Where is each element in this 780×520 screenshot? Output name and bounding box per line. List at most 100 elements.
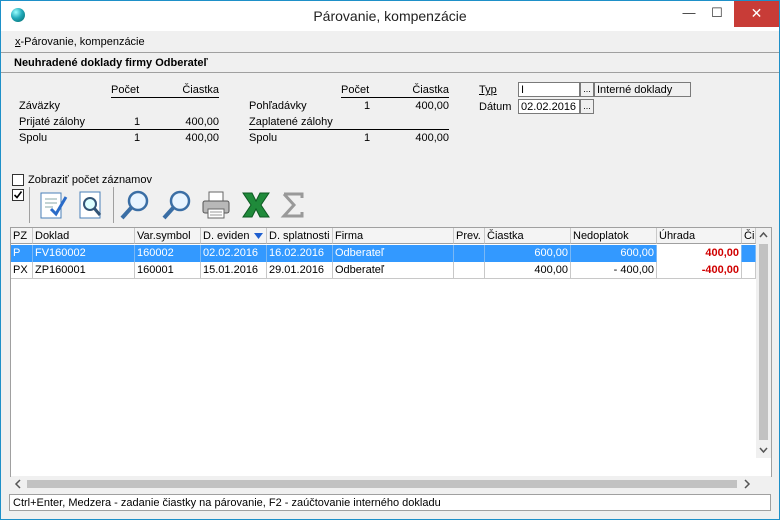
select-toggle-checkbox[interactable]: [12, 189, 24, 201]
search-icon[interactable]: [161, 189, 193, 221]
datum-input[interactable]: 02.02.2016: [518, 99, 580, 114]
summary-left-ciastka: 400,00: [185, 132, 219, 144]
menu-bar: x-Párovanie, kompenzácie: [1, 33, 779, 51]
summary-right-pocet: 1: [364, 100, 371, 112]
vertical-scroll-thumb[interactable]: [759, 244, 768, 440]
cell-ciastka: 400,00: [485, 262, 571, 279]
typ-lookup-button[interactable]: ...: [580, 82, 594, 97]
show-count-checkbox[interactable]: [12, 174, 24, 186]
section-separator: [1, 72, 779, 73]
scroll-down-icon[interactable]: [756, 442, 771, 457]
sum-icon[interactable]: [277, 189, 309, 221]
zoom-in-icon[interactable]: [119, 189, 151, 221]
summary-left-total-line: [19, 129, 219, 130]
summary-left-header-line: [111, 97, 219, 98]
typ-label: Typ: [479, 84, 497, 96]
close-button[interactable]: ✕: [734, 1, 779, 27]
main-window: Párovanie, kompenzácie — ☐ ✕ x-Párovanie…: [0, 0, 780, 520]
column-header-doklad[interactable]: Doklad: [33, 228, 135, 244]
cell-firma: Odberateľ: [333, 245, 454, 262]
table-row[interactable]: PX ZP160001 160001 15.01.2016 29.01.2016…: [11, 262, 756, 279]
summary-right-pocet: 1: [364, 132, 371, 144]
typ-description: Interné doklady: [594, 82, 691, 97]
menu-separator: [1, 52, 779, 53]
toolbar-separator: [113, 187, 114, 223]
horizontal-scrollbar[interactable]: [11, 476, 771, 492]
section-title: Neuhradené doklady firmy Odberateľ: [14, 57, 208, 69]
window-title: Párovanie, kompenzácie: [313, 8, 467, 24]
summary-left-header-ciastka: Čiastka: [182, 84, 219, 96]
column-header-nedoplatok[interactable]: Nedoplatok: [571, 228, 657, 244]
menu-label: -Párovanie, kompenzácie: [20, 36, 145, 48]
summary-right-header-line: [341, 97, 449, 98]
cell-d-splatnosti: 29.01.2016: [267, 262, 333, 279]
vertical-scrollbar[interactable]: [756, 228, 771, 458]
status-bar: Ctrl+Enter, Medzera - zadanie čiastky na…: [9, 494, 771, 511]
column-header-prev[interactable]: Prev.: [454, 228, 485, 244]
checkmark-icon: [13, 191, 23, 199]
column-header-pz[interactable]: PZ: [11, 228, 33, 244]
documents-grid: PZ Doklad Var.symbol D. eviden D. splatn…: [10, 227, 772, 492]
cell-uhrada[interactable]: -400,00: [657, 262, 742, 279]
column-header-firma[interactable]: Firma: [333, 228, 454, 244]
summary-left-ciastka: 400,00: [185, 116, 219, 128]
cell-d-splatnosti: 16.02.2016: [267, 245, 333, 262]
sort-desc-icon: [254, 233, 263, 239]
cell-doklad: FV160002: [33, 245, 135, 262]
typ-input[interactable]: I: [518, 82, 580, 97]
cell-ci: [742, 262, 756, 279]
scroll-left-icon[interactable]: [11, 476, 26, 492]
column-header-ciastka[interactable]: Čiastka: [485, 228, 571, 244]
column-header-ci[interactable]: Či: [742, 228, 756, 244]
scroll-up-icon[interactable]: [756, 228, 771, 243]
datum-label: Dátum: [479, 101, 512, 113]
maximize-button[interactable]: ☐: [700, 1, 734, 27]
cell-nedoplatok: 600,00: [571, 245, 657, 262]
column-header-var-symbol[interactable]: Var.symbol: [135, 228, 201, 244]
summary-left-pocet: 1: [134, 116, 141, 128]
summary-right-label: Spolu: [249, 132, 278, 144]
cell-prev: [454, 262, 485, 279]
summary-right-ciastka: 400,00: [415, 132, 449, 144]
scroll-right-icon[interactable]: [739, 476, 754, 492]
summary-right-header-ciastka: Čiastka: [412, 84, 449, 96]
cell-uhrada[interactable]: 400,00: [657, 245, 742, 262]
show-count-label: Zobraziť počet záznamov: [28, 174, 152, 186]
summary-right-label: Zaplatené zálohy: [249, 116, 333, 128]
document-search-icon[interactable]: [75, 189, 107, 221]
excel-icon[interactable]: [240, 189, 272, 221]
summary-left-label: Prijaté zálohy: [19, 116, 86, 128]
cell-ciastka: 600,00: [485, 245, 571, 262]
cell-firma: Odberateľ: [333, 262, 454, 279]
column-header-uhrada[interactable]: Úhrada: [657, 228, 742, 244]
cell-ci: [742, 245, 756, 262]
cell-d-eviden: 02.02.2016: [201, 245, 267, 262]
check-document-icon[interactable]: [37, 189, 69, 221]
title-bar[interactable]: Párovanie, kompenzácie — ☐ ✕: [1, 1, 779, 31]
printer-icon[interactable]: [200, 189, 232, 221]
summary-right-header-pocet: Počet: [341, 84, 370, 96]
table-row[interactable]: P FV160002 160002 02.02.2016 16.02.2016 …: [11, 245, 756, 262]
summary-right-total-line: [249, 129, 449, 130]
cell-nedoplatok: - 400,00: [571, 262, 657, 279]
summary-left-header-pocet: Počet: [111, 84, 140, 96]
cell-d-eviden: 15.01.2016: [201, 262, 267, 279]
cell-prev: [454, 245, 485, 262]
datum-picker-button[interactable]: ...: [580, 99, 594, 114]
menu-parovanie[interactable]: x-Párovanie, kompenzácie: [15, 36, 145, 48]
cell-pz: P: [11, 245, 33, 262]
summary-right-ciastka: 400,00: [415, 100, 449, 112]
cell-doklad: ZP160001: [33, 262, 135, 279]
summary-left-pocet: 1: [134, 132, 141, 144]
horizontal-scroll-thumb[interactable]: [27, 480, 737, 488]
cell-var-symbol: 160002: [135, 245, 201, 262]
column-header-d-eviden-label: D. eviden: [203, 230, 250, 242]
cell-var-symbol: 160001: [135, 262, 201, 279]
column-header-d-splatnosti[interactable]: D. splatnosti: [267, 228, 333, 244]
summary-left-label: Spolu: [19, 132, 48, 144]
column-header-d-eviden[interactable]: D. eviden: [201, 228, 267, 244]
cell-pz: PX: [11, 262, 33, 279]
toolbar-separator: [29, 187, 30, 223]
summary-right-label: Pohľadávky: [249, 100, 307, 112]
summary-left-label: Záväzky: [19, 100, 60, 112]
